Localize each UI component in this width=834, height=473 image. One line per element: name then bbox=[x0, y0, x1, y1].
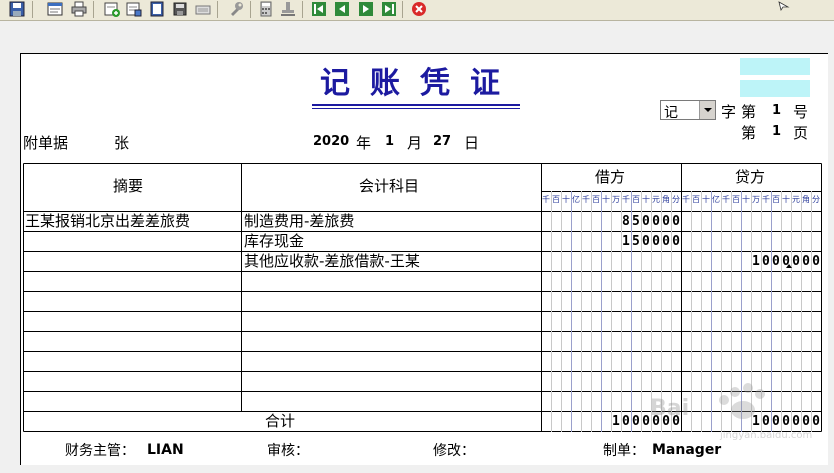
number-unit: 号 bbox=[793, 103, 809, 121]
unit-label: 千 bbox=[542, 195, 550, 204]
voucher-word-select[interactable]: 记 bbox=[660, 100, 716, 121]
attachments-unit: 张 bbox=[114, 134, 130, 152]
row-debit-amount[interactable]: 850000 bbox=[622, 212, 682, 231]
unit-label: 十 bbox=[602, 195, 610, 204]
keyboard-icon[interactable] bbox=[195, 1, 211, 17]
unit-label: 角 bbox=[802, 195, 810, 204]
row-summary[interactable]: 王某报销北京出差差旅费 bbox=[25, 212, 190, 231]
add-icon[interactable] bbox=[104, 1, 120, 17]
number-prefix: 第 bbox=[741, 103, 757, 121]
toolbar-separator bbox=[93, 1, 94, 18]
page-number: 1 bbox=[772, 124, 782, 139]
highlight-field[interactable] bbox=[740, 80, 810, 97]
unit-label: 万 bbox=[752, 195, 760, 204]
toolbar-separator bbox=[217, 1, 218, 18]
page-unit: 页 bbox=[793, 124, 809, 142]
preview-icon[interactable] bbox=[47, 1, 63, 17]
date-year-unit: 年 bbox=[356, 134, 372, 152]
wrench-icon[interactable] bbox=[228, 1, 244, 17]
print-icon[interactable] bbox=[71, 1, 87, 17]
header-credit: 贷方 bbox=[735, 168, 766, 186]
date-month: 1 bbox=[385, 134, 395, 149]
unit-label: 百 bbox=[632, 195, 640, 204]
unit-label: 元 bbox=[652, 195, 660, 204]
page-prefix: 第 bbox=[741, 124, 757, 142]
title-underline bbox=[312, 108, 520, 109]
unit-label: 分 bbox=[812, 195, 820, 204]
title-underline bbox=[312, 104, 520, 106]
date-day-unit: 日 bbox=[464, 134, 480, 152]
header-account: 会计科目 bbox=[359, 177, 420, 195]
chevron-down-icon[interactable] bbox=[699, 101, 715, 119]
next-record-icon[interactable] bbox=[358, 1, 374, 17]
date-day: 27 bbox=[433, 134, 452, 149]
supervisor-label: 财务主管： bbox=[65, 443, 135, 459]
unit-label: 亿 bbox=[712, 195, 720, 204]
attachments-label: 附单据 bbox=[23, 134, 69, 152]
supervisor-name: LIAN bbox=[147, 442, 184, 458]
row-account[interactable]: 其他应收款-差旅借款-王某 bbox=[244, 252, 420, 271]
toolbar-separator bbox=[32, 1, 33, 18]
unit-label: 千 bbox=[682, 195, 690, 204]
unit-label: 万 bbox=[612, 195, 620, 204]
date-year: 2020 bbox=[313, 134, 350, 149]
unit-label: 十 bbox=[702, 195, 710, 204]
unit-label: 十 bbox=[642, 195, 650, 204]
row-credit-amount[interactable]: 1000000 bbox=[752, 252, 822, 271]
unit-label: 千 bbox=[622, 195, 630, 204]
toolbar-separator bbox=[402, 1, 403, 18]
unit-label: 角 bbox=[662, 195, 670, 204]
unit-label: 分 bbox=[672, 195, 680, 204]
toolbar-separator bbox=[302, 1, 303, 18]
row-debit-amount[interactable]: 150000 bbox=[622, 232, 682, 251]
previous-record-icon[interactable] bbox=[334, 1, 350, 17]
unit-label: 十 bbox=[562, 195, 570, 204]
unit-label: 千 bbox=[762, 195, 770, 204]
date-month-unit: 月 bbox=[407, 134, 423, 152]
voucher-number: 1 bbox=[772, 103, 782, 118]
header-debit: 借方 bbox=[595, 168, 626, 186]
watermark-url: jingyan.baidu.com bbox=[720, 430, 813, 441]
voucher-word-value: 记 bbox=[664, 105, 678, 121]
unit-label: 百 bbox=[692, 195, 700, 204]
watermark-brand: Bai bbox=[650, 396, 690, 421]
unit-label: 亿 bbox=[572, 195, 580, 204]
word-label: 字 bbox=[721, 103, 737, 121]
unit-label: 十 bbox=[782, 195, 790, 204]
watermark: Bai jingyan.baidu.com bbox=[640, 378, 830, 448]
row-account[interactable]: 制造费用-差旅费 bbox=[244, 212, 354, 231]
pointer-icon bbox=[778, 1, 790, 14]
toolbar-separator bbox=[250, 1, 251, 18]
unit-label: 百 bbox=[732, 195, 740, 204]
close-icon[interactable] bbox=[411, 1, 427, 17]
unit-label: 千 bbox=[582, 195, 590, 204]
first-record-icon[interactable] bbox=[311, 1, 327, 17]
last-record-icon[interactable] bbox=[381, 1, 397, 17]
disk-icon[interactable] bbox=[172, 1, 188, 17]
unit-label: 十 bbox=[742, 195, 750, 204]
highlight-field[interactable] bbox=[740, 58, 810, 75]
total-label: 合计 bbox=[265, 412, 296, 430]
stamp-icon[interactable] bbox=[280, 1, 296, 17]
audit-label: 审核： bbox=[267, 443, 309, 459]
unit-label: 百 bbox=[552, 195, 560, 204]
unit-label: 百 bbox=[772, 195, 780, 204]
save-icon[interactable] bbox=[9, 1, 25, 17]
preparer-label: 制单： bbox=[603, 443, 645, 459]
calculator-icon[interactable] bbox=[258, 1, 274, 17]
voucher-title: 记账凭证 bbox=[320, 66, 520, 101]
copy-icon[interactable] bbox=[126, 1, 142, 17]
unit-label: 千 bbox=[722, 195, 730, 204]
header-summary: 摘要 bbox=[113, 177, 144, 195]
row-account[interactable]: 库存现金 bbox=[244, 232, 304, 251]
unit-label: 元 bbox=[792, 195, 800, 204]
modify-label: 修改： bbox=[433, 443, 475, 459]
book-icon[interactable] bbox=[149, 1, 165, 17]
unit-label: 百 bbox=[592, 195, 600, 204]
toolbar bbox=[0, 0, 834, 21]
